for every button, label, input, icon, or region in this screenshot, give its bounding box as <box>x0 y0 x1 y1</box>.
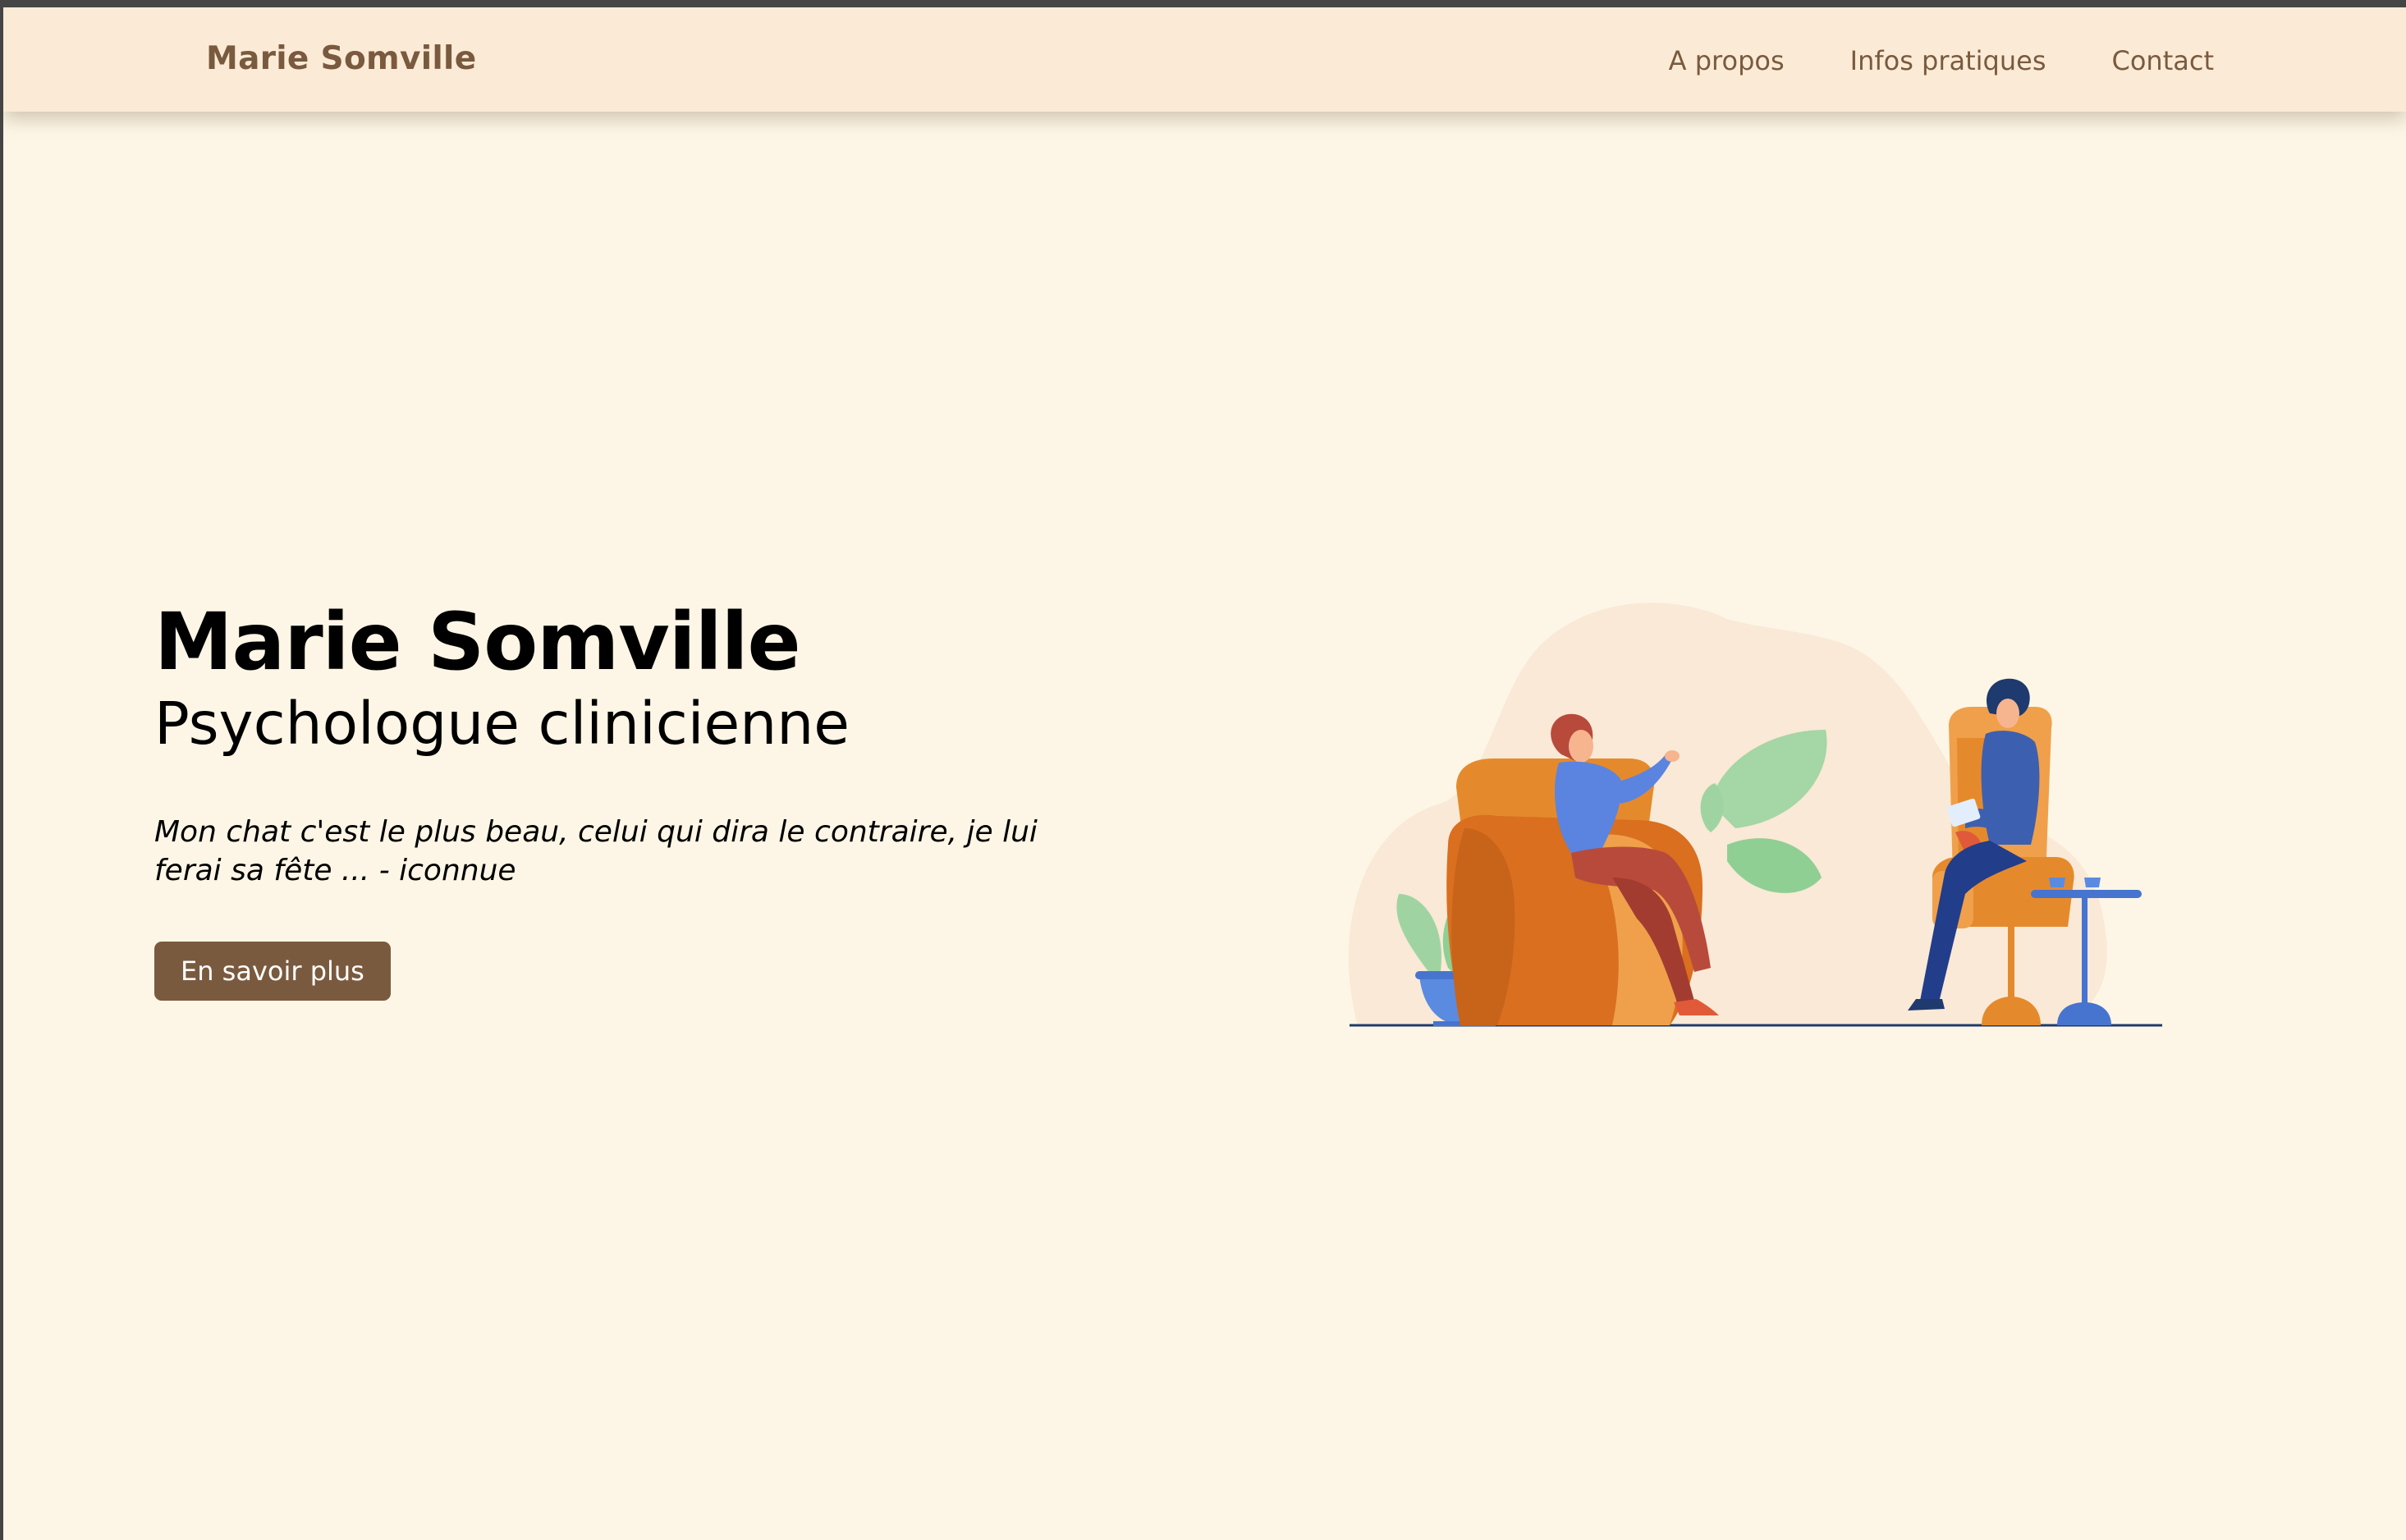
en-savoir-plus-button[interactable]: En savoir plus <box>154 942 391 1001</box>
hero-section: Marie Somville Psychologue clinicienne M… <box>154 597 1139 1001</box>
nav-link-a-propos[interactable]: A propos <box>1669 45 1785 76</box>
navbar: Marie Somville A propos Infos pratiques … <box>3 7 2406 112</box>
nav-links: A propos Infos pratiques Contact <box>1669 45 2214 76</box>
hero-quote: Mon chat c'est le plus beau, celui qui d… <box>154 815 1038 888</box>
hero-subtitle: Psychologue clinicienne <box>154 690 850 759</box>
therapy-session-illustration <box>1341 582 2179 1042</box>
hero-title: Marie Somville <box>154 596 801 688</box>
page: Marie Somville A propos Infos pratiques … <box>3 7 2406 1540</box>
nav-link-contact[interactable]: Contact <box>2112 45 2215 76</box>
nav-link-infos-pratiques[interactable]: Infos pratiques <box>1850 45 2046 76</box>
brand-logo-link[interactable]: Marie Somville <box>206 40 476 77</box>
